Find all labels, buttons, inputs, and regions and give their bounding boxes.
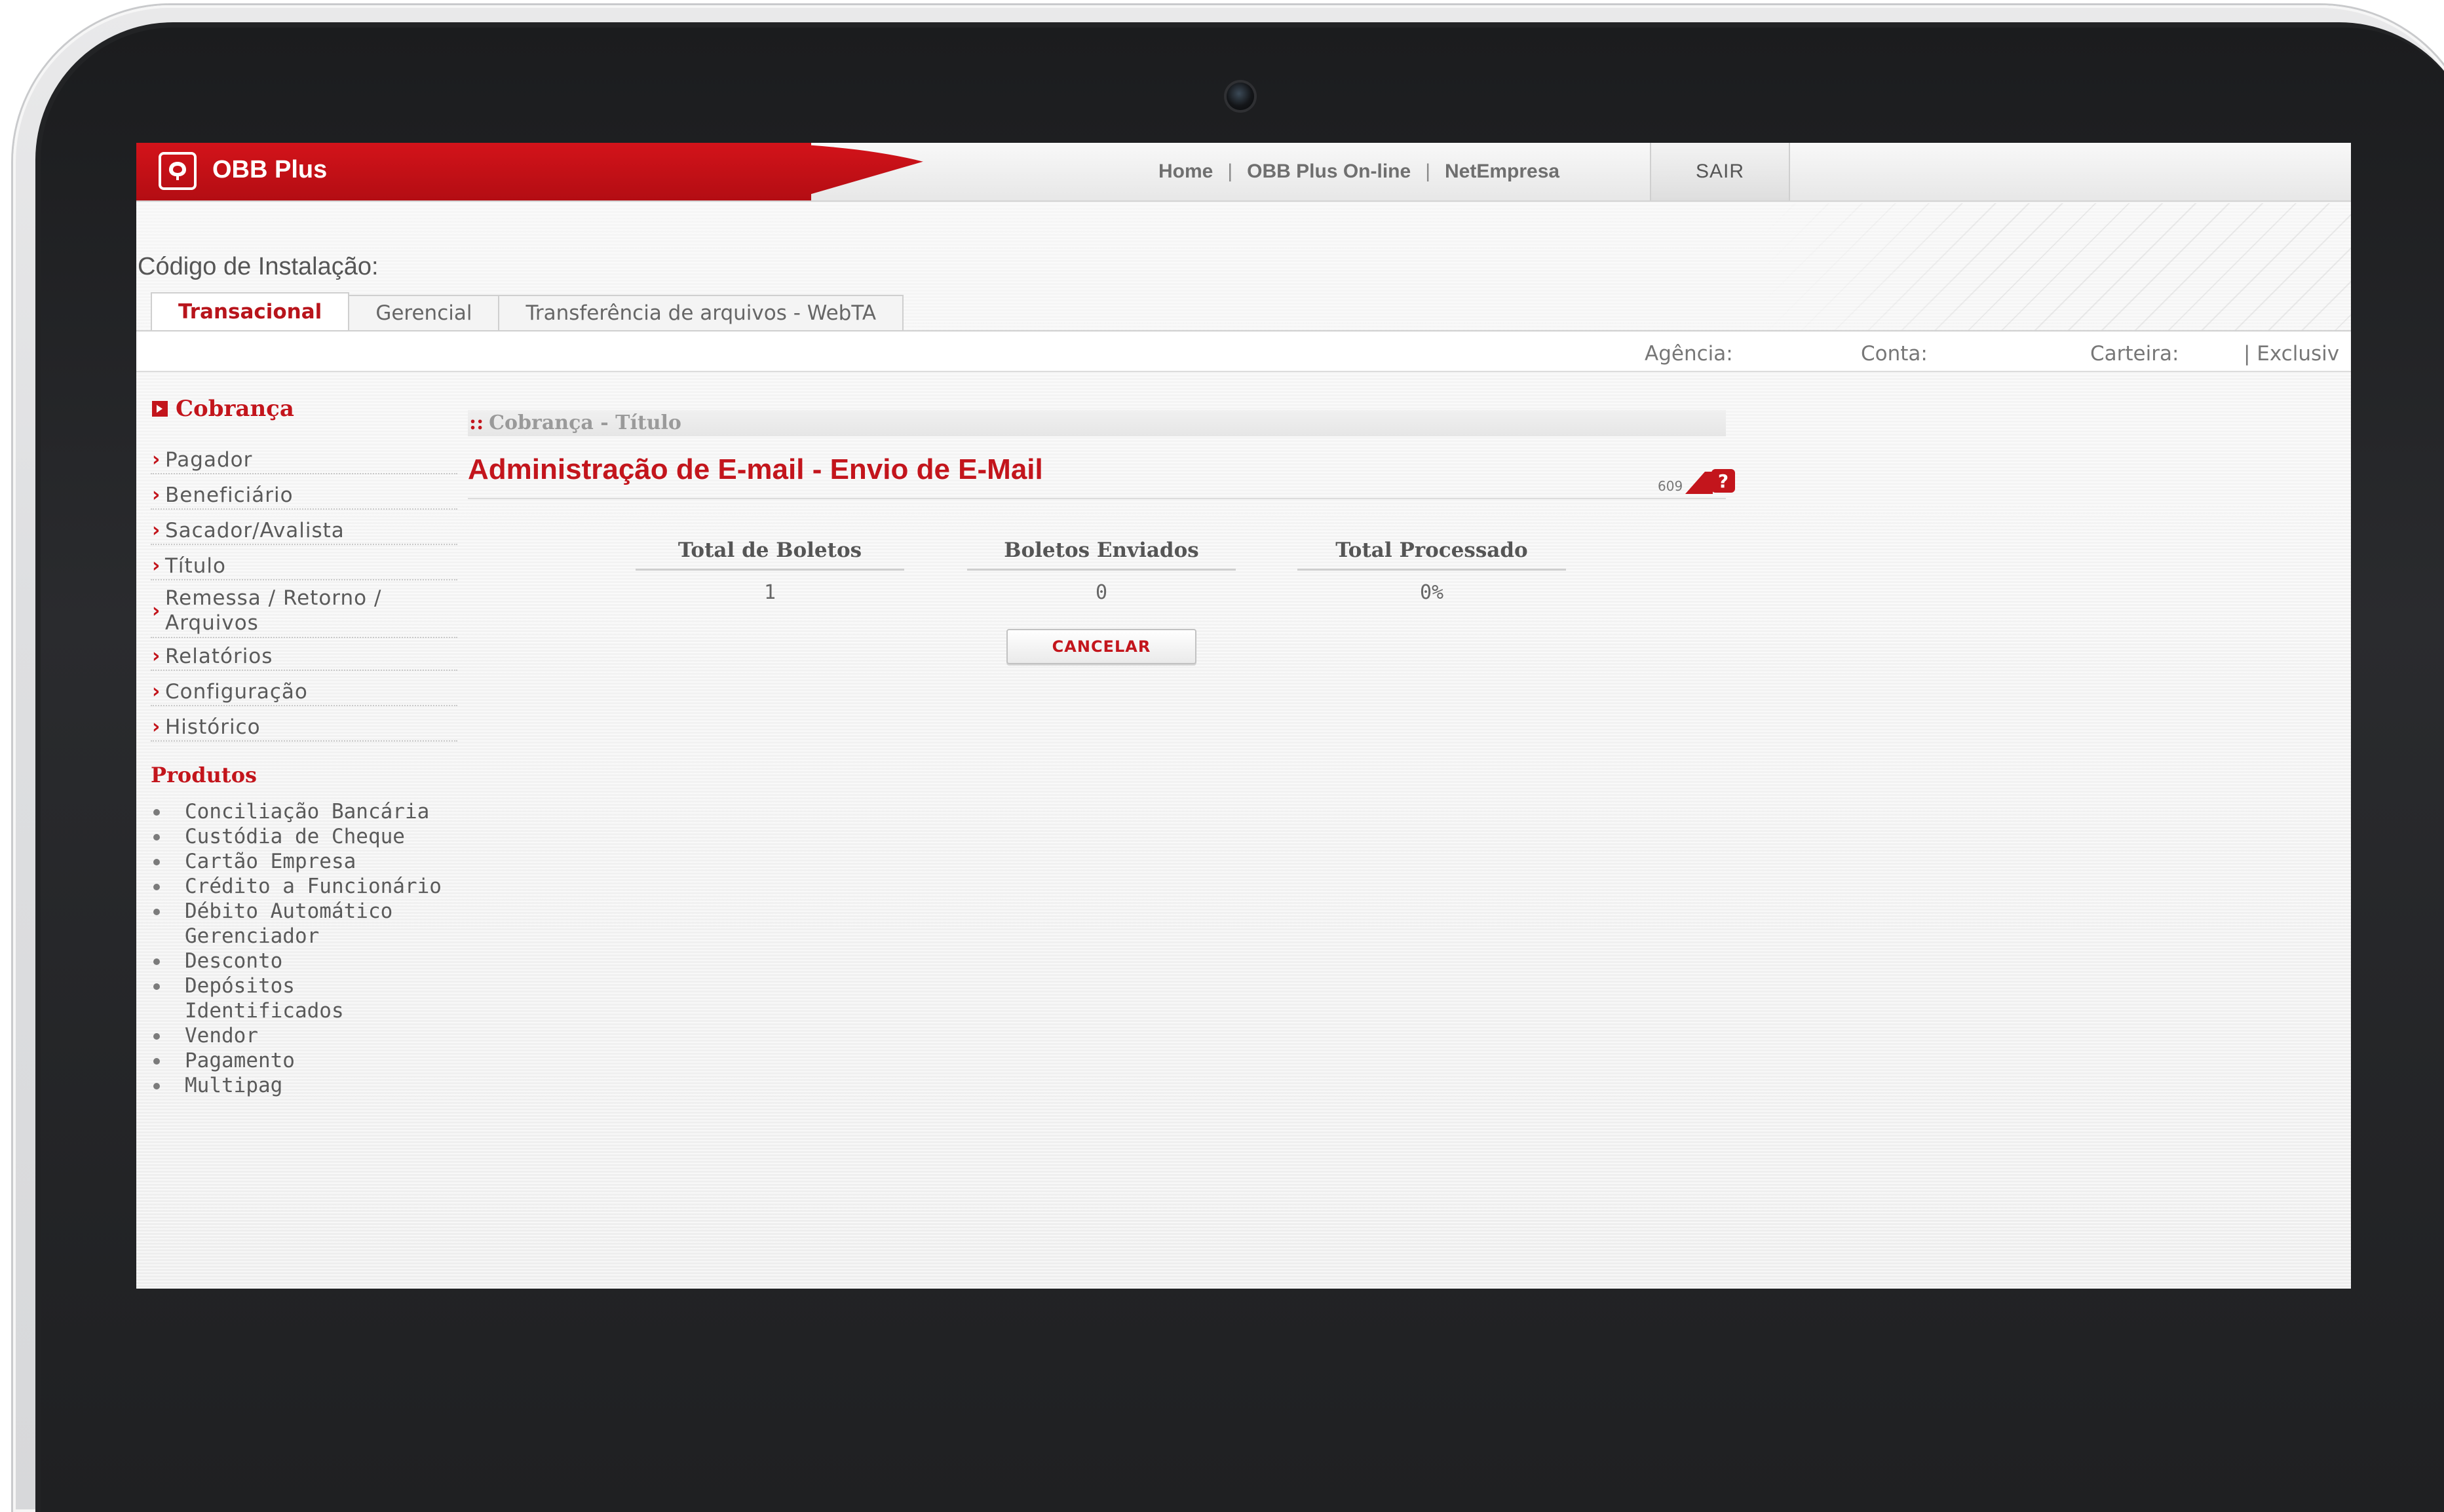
arrow-square-icon (152, 401, 168, 417)
chevron-right-icon: › (152, 554, 161, 577)
sidebar-item-label: Beneficiário (165, 483, 294, 507)
sidebar-item-label: Pagador (165, 448, 253, 472)
sidebar-item-sacador-avalista[interactable]: › Sacador/Avalista (151, 519, 457, 545)
stat-header: Total Processado (1297, 539, 1566, 571)
brand-name[interactable]: OBB Plus (212, 156, 327, 184)
products-list: Conciliação Bancária Custódia de Cheque … (151, 799, 491, 1098)
cancel-button[interactable]: CANCELAR (1006, 629, 1196, 664)
product-item-continuation[interactable]: Identificados (151, 998, 491, 1023)
sidebar-item-titulo[interactable]: › Título (151, 554, 457, 580)
sidebar-section-label: Cobrança (176, 396, 294, 422)
nav-obb-online-link[interactable]: OBB Plus On-line (1247, 161, 1411, 183)
page-title: Administração de E-mail - Envio de E-Mai… (468, 453, 1043, 485)
main-tabs: Transacional Gerencial Transferência de … (151, 292, 904, 330)
products-title: Produtos (151, 763, 258, 787)
brand-curve (739, 143, 988, 200)
map-decoration (1761, 203, 2351, 334)
nav-netempresa-link[interactable]: NetEmpresa (1445, 161, 1559, 183)
top-bar: OBB Plus Home | OBB Plus On-line | NetEm… (136, 143, 2351, 202)
title-divider (468, 498, 1726, 499)
sidebar-item-label-line2: Arquivos (165, 611, 259, 635)
webcam-icon (1227, 83, 1254, 110)
product-item[interactable]: Depósitos (151, 973, 491, 998)
tab-transferencia-webta[interactable]: Transferência de arquivos - WebTA (498, 295, 904, 330)
chevron-right-icon: › (152, 715, 161, 738)
stat-value: 0% (1419, 581, 1444, 604)
sidebar-item-configuracao[interactable]: › Configuração (151, 680, 457, 706)
product-item-continuation[interactable]: Gerenciador (151, 924, 491, 949)
conta-label: Conta: (1861, 342, 1928, 366)
install-code-label: Código de Instalação: (138, 253, 379, 280)
help-icon[interactable]: ? (1685, 466, 1736, 494)
product-item[interactable]: Débito Automático (151, 899, 491, 924)
tab-transacional[interactable]: Transacional (151, 292, 350, 330)
nav-separator: | (1227, 161, 1233, 182)
product-item[interactable]: Vendor (151, 1023, 491, 1048)
sidebar-item-label: Remessa / Retorno / (165, 586, 382, 610)
tab-gerencial[interactable]: Gerencial (348, 295, 500, 330)
sidebar-item-relatorios[interactable]: › Relatórios (151, 645, 457, 671)
stat-header: Boletos Enviados (967, 539, 1236, 571)
sidebar-item-label: Sacador/Avalista (165, 519, 345, 542)
product-item[interactable]: Custódia de Cheque (151, 824, 491, 849)
account-bar: Agência: Conta: Carteira: | Exclusiv (136, 331, 2351, 372)
browser-screen: OBB Plus Home | OBB Plus On-line | NetEm… (136, 143, 2351, 1289)
breadcrumb: :: Cobrança - Título (469, 411, 681, 434)
sidebar-item-label: Título (165, 554, 226, 578)
product-item[interactable]: Crédito a Funcionário (151, 874, 491, 899)
chevron-right-icon: › (152, 680, 161, 703)
product-item[interactable]: Cartão Empresa (151, 849, 491, 874)
chevron-right-icon: › (152, 483, 161, 506)
logout-button[interactable]: SAIR (1650, 143, 1790, 200)
product-item[interactable]: Pagamento (151, 1048, 491, 1073)
stat-value: 0 (1095, 581, 1108, 604)
carteira-label: Carteira: (2090, 342, 2179, 366)
sidebar-item-pagador[interactable]: › Pagador (151, 448, 457, 474)
sidebar-item-remessa-retorno[interactable]: › Remessa / Retorno / Arquivos (151, 586, 457, 638)
chevron-right-icon: › (152, 645, 161, 668)
chevron-right-icon: › (152, 519, 161, 542)
breadcrumb-prefix: :: (469, 411, 484, 434)
sidebar-item-beneficiario[interactable]: › Beneficiário (151, 483, 457, 510)
svg-text:?: ? (1718, 470, 1728, 492)
agencia-label: Agência: (1645, 342, 1733, 366)
stat-total-boletos: Total de Boletos 1 (636, 539, 904, 604)
sidebar-item-label: Histórico (165, 715, 261, 739)
sidebar-section-title[interactable]: Cobrança (152, 396, 294, 422)
stat-value: 1 (763, 581, 776, 604)
obb-logo-icon[interactable] (159, 152, 197, 190)
chevron-right-icon: › (152, 599, 161, 622)
sidebar-item-label: Configuração (165, 680, 308, 704)
breadcrumb-text: Cobrança - Título (489, 411, 681, 434)
exclusiv-label: | Exclusiv (2244, 342, 2340, 366)
stat-boletos-enviados: Boletos Enviados 0 (967, 539, 1236, 604)
help-code: 609 (1658, 478, 1683, 494)
product-item[interactable]: Desconto (151, 949, 491, 973)
stat-total-processado: Total Processado 0% (1297, 539, 1566, 604)
nav-separator: | (1425, 161, 1430, 182)
help-link[interactable]: 609 ? (1658, 466, 1736, 494)
product-item[interactable]: Conciliação Bancária (151, 799, 491, 824)
top-navigation: Home | OBB Plus On-line | NetEmpresa (1158, 143, 1559, 200)
stat-header: Total de Boletos (636, 539, 904, 571)
product-item[interactable]: Multipag (151, 1073, 491, 1098)
sidebar-item-historico[interactable]: › Histórico (151, 715, 457, 742)
sidebar-item-label: Relatórios (165, 645, 273, 668)
chevron-right-icon: › (152, 448, 161, 471)
nav-home-link[interactable]: Home (1158, 161, 1213, 183)
